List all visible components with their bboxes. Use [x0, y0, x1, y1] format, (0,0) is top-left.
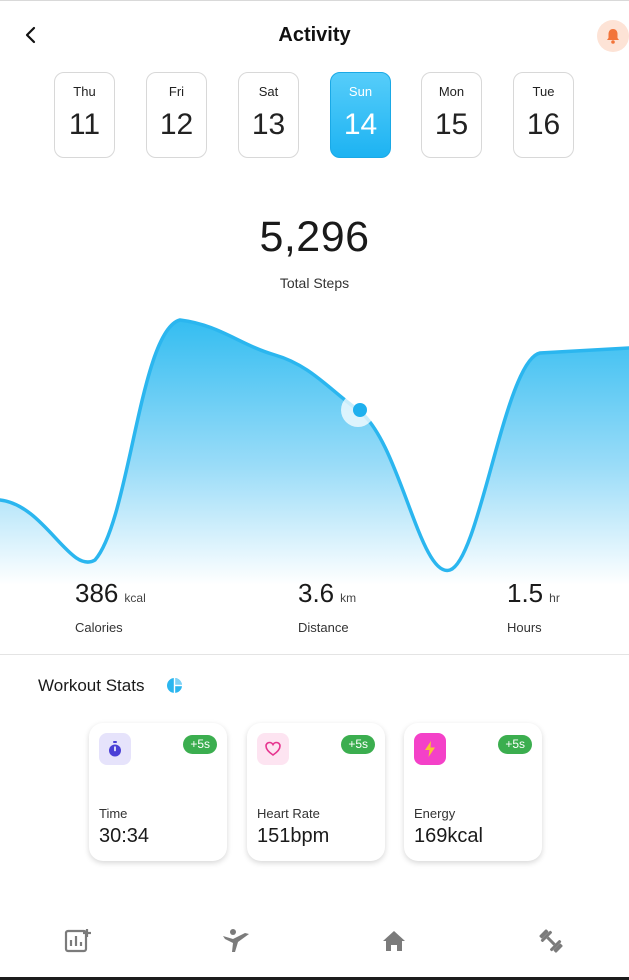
day-sun-selected[interactable]: Sun 14: [330, 72, 391, 158]
header: Activity: [0, 0, 629, 70]
home-icon: [383, 931, 405, 951]
day-number: 13: [251, 108, 286, 141]
total-steps-value: 5,296: [259, 213, 370, 261]
day-number: 11: [68, 108, 101, 141]
day-name: Tue: [532, 84, 555, 99]
day-name: Mon: [438, 84, 465, 99]
stat-label: Heart Rate: [257, 806, 320, 821]
day-number: 14: [343, 108, 378, 141]
calories-label: Calories: [75, 620, 123, 635]
bell-icon: [607, 29, 619, 44]
stat-value: 169kcal: [414, 825, 483, 847]
page-title: Activity: [278, 24, 351, 46]
calories-unit: kcal: [124, 591, 146, 605]
total-steps-label: Total Steps: [279, 275, 350, 291]
day-number: 12: [159, 108, 194, 141]
stat-card-time[interactable]: +5s Time 30:34: [89, 723, 227, 861]
nav-workouts[interactable]: [534, 924, 568, 958]
metric-hours: 1.5 hr Hours: [507, 578, 560, 635]
calories-value: 386: [75, 578, 119, 608]
day-sat[interactable]: Sat 13: [238, 72, 299, 158]
day-number: 16: [526, 108, 561, 141]
day-tue[interactable]: Tue 16: [513, 72, 574, 158]
hours-label: Hours: [507, 620, 542, 635]
day-name: Sat: [258, 84, 279, 99]
day-selector: Thu 11 Fri 12 Sat 13 Sun 14 Mon 15 Tue 1…: [54, 72, 576, 160]
day-name: Sun: [348, 84, 373, 99]
metric-distance: 3.6 km Distance: [298, 578, 357, 635]
distance-unit: km: [340, 591, 357, 605]
stat-label: Time: [99, 806, 128, 821]
day-name: Fri: [168, 84, 185, 99]
stat-value: 151bpm: [257, 825, 330, 847]
stopwatch-icon: [99, 733, 131, 765]
nav-stats[interactable]: [61, 924, 95, 958]
workout-stats-title: Workout Stats: [38, 676, 145, 695]
stat-label: Energy: [414, 806, 456, 821]
day-mon[interactable]: Mon 15: [421, 72, 482, 158]
activity-chart: [0, 318, 629, 585]
day-thu[interactable]: Thu 11: [54, 72, 115, 158]
stat-card-heart-rate[interactable]: +5s Heart Rate 151bpm: [247, 723, 385, 861]
change-badge: +5s: [183, 735, 217, 754]
distance-value: 3.6: [298, 578, 335, 608]
hours-unit: hr: [549, 591, 560, 605]
hours-value: 1.5: [507, 578, 544, 608]
day-name: Thu: [73, 84, 96, 99]
pie-chart-icon[interactable]: [166, 677, 183, 694]
distance-label: Distance: [298, 620, 349, 635]
chart-marker[interactable]: [353, 403, 367, 417]
chart-area: [0, 320, 629, 585]
day-fri[interactable]: Fri 12: [146, 72, 207, 158]
nav-home[interactable]: [377, 924, 411, 958]
section-divider: [0, 654, 629, 655]
stat-value: 30:34: [99, 825, 150, 847]
notification-button[interactable]: [597, 20, 629, 52]
change-badge: +5s: [341, 735, 375, 754]
dumbbell-icon: [539, 929, 563, 953]
lightning-icon: [414, 733, 446, 765]
day-number: 15: [434, 108, 469, 141]
stats-icon: [64, 929, 91, 953]
heart-icon: [257, 733, 289, 765]
stat-card-energy[interactable]: +5s Energy 169kcal: [404, 723, 542, 861]
metric-calories: 386 kcal Calories: [75, 578, 146, 635]
change-badge: +5s: [498, 735, 532, 754]
bottom-nav: [0, 918, 629, 968]
nav-exercise[interactable]: [219, 924, 253, 958]
exercise-icon: [223, 929, 249, 952]
